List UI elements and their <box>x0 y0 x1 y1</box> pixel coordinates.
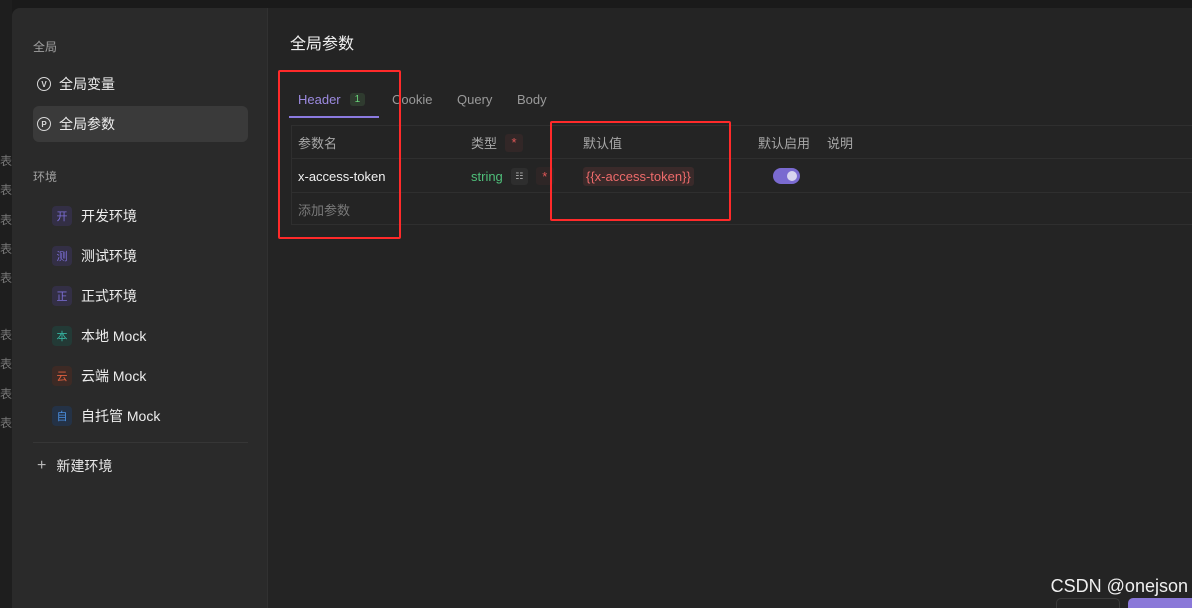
env-item-label: 测试环境 <box>81 248 137 264</box>
watermark: CSDN @onejson <box>1050 576 1188 596</box>
save-button[interactable] <box>1128 598 1192 608</box>
background-table-glyph: 表 <box>0 154 13 168</box>
background-table-glyph: 表 <box>0 328 13 342</box>
background-table-glyph: 表 <box>0 242 13 256</box>
required-mark: * <box>505 133 524 152</box>
env-item-label: 本地 Mock <box>81 328 147 344</box>
new-environment-label: 新建环境 <box>56 458 113 474</box>
background-table-glyph: 表 <box>0 271 13 285</box>
env-item-label: 自托管 Mock <box>81 408 161 424</box>
circle-p-icon: P <box>37 117 51 131</box>
environment-settings-dialog: 全局 V 全局变量 P 全局参数 环境 开 开发环境 测 测试环境 正 正式环境… <box>12 8 1192 608</box>
column-header-description: 说明 <box>827 136 854 151</box>
table-row: x-access-token string ☷ * {{x-access-tok… <box>292 159 1192 193</box>
sidebar-item-global-variables[interactable]: V 全局变量 <box>33 66 248 102</box>
param-type-cell: string ☷ * <box>471 159 554 193</box>
env-item-test[interactable]: 测 测试环境 <box>52 242 137 270</box>
env-badge-icon: 开 <box>52 206 72 226</box>
env-item-cloud-mock[interactable]: 云 云端 Mock <box>52 362 146 390</box>
background-table-glyph: 表 <box>0 357 13 371</box>
env-item-label: 云端 Mock <box>81 368 147 384</box>
new-environment-button[interactable]: + 新建环境 <box>37 453 112 479</box>
env-item-prod[interactable]: 正 正式环境 <box>52 282 137 310</box>
background-app-edge: 表 表 表 表 表 表 表 表 表 <box>0 0 12 608</box>
page-title: 全局参数 <box>290 36 355 53</box>
background-table-glyph: 表 <box>0 213 13 227</box>
circle-v-icon: V <box>37 77 51 91</box>
env-badge-icon: 自 <box>52 406 72 426</box>
annotation-box <box>550 121 731 221</box>
sidebar-item-global-params[interactable]: P 全局参数 <box>33 106 248 142</box>
plus-icon: + <box>37 457 47 474</box>
env-item-dev[interactable]: 开 开发环境 <box>52 202 137 230</box>
env-badge-icon: 测 <box>52 246 72 266</box>
env-item-self-hosted-mock[interactable]: 自 自托管 Mock <box>52 402 160 430</box>
sidebar: 全局 V 全局变量 P 全局参数 环境 开 开发环境 测 测试环境 正 正式环境… <box>12 8 268 608</box>
param-enabled-cell <box>773 159 800 193</box>
background-table-glyph: 表 <box>0 387 13 401</box>
env-badge-icon: 正 <box>52 286 72 306</box>
tab-label: Query <box>457 91 493 107</box>
annotation-box <box>278 70 401 239</box>
cancel-button[interactable] <box>1056 598 1120 608</box>
env-badge-icon: 云 <box>52 366 72 386</box>
column-header-enabled: 默认启用 <box>758 136 811 151</box>
sidebar-item-label: 全局变量 <box>59 76 115 92</box>
column-header-type: 类型 * <box>471 126 524 159</box>
env-item-label: 开发环境 <box>81 208 137 224</box>
background-table-glyph: 表 <box>0 416 13 430</box>
env-item-label: 正式环境 <box>81 288 137 304</box>
sidebar-divider <box>33 442 248 443</box>
environment-group-label: 环境 <box>33 170 58 184</box>
global-group-label: 全局 <box>33 40 58 54</box>
table-header: 参数名 类型 * 默认值 默认启用 说明 <box>292 126 1192 159</box>
params-table: 参数名 类型 * 默认值 默认启用 说明 x-access-token stri… <box>291 125 1192 225</box>
env-item-local-mock[interactable]: 本 本地 Mock <box>52 322 146 350</box>
env-badge-icon: 本 <box>52 326 72 346</box>
param-type-select[interactable]: string <box>471 169 503 184</box>
background-table-glyph: 表 <box>0 183 13 197</box>
tab-label: Body <box>517 91 547 107</box>
column-header-type-label: 类型 <box>471 136 498 151</box>
tab-query[interactable]: Query <box>457 80 492 118</box>
main-panel: 全局参数 Header 1 Cookie Query Body 参数名 类型 *… <box>269 8 1192 608</box>
param-tabs: Header 1 Cookie Query Body <box>289 80 1192 118</box>
sidebar-item-label: 全局参数 <box>59 116 115 132</box>
settings-icon[interactable]: ☷ <box>510 167 528 185</box>
tab-body[interactable]: Body <box>517 80 547 118</box>
enabled-toggle[interactable] <box>773 168 800 184</box>
